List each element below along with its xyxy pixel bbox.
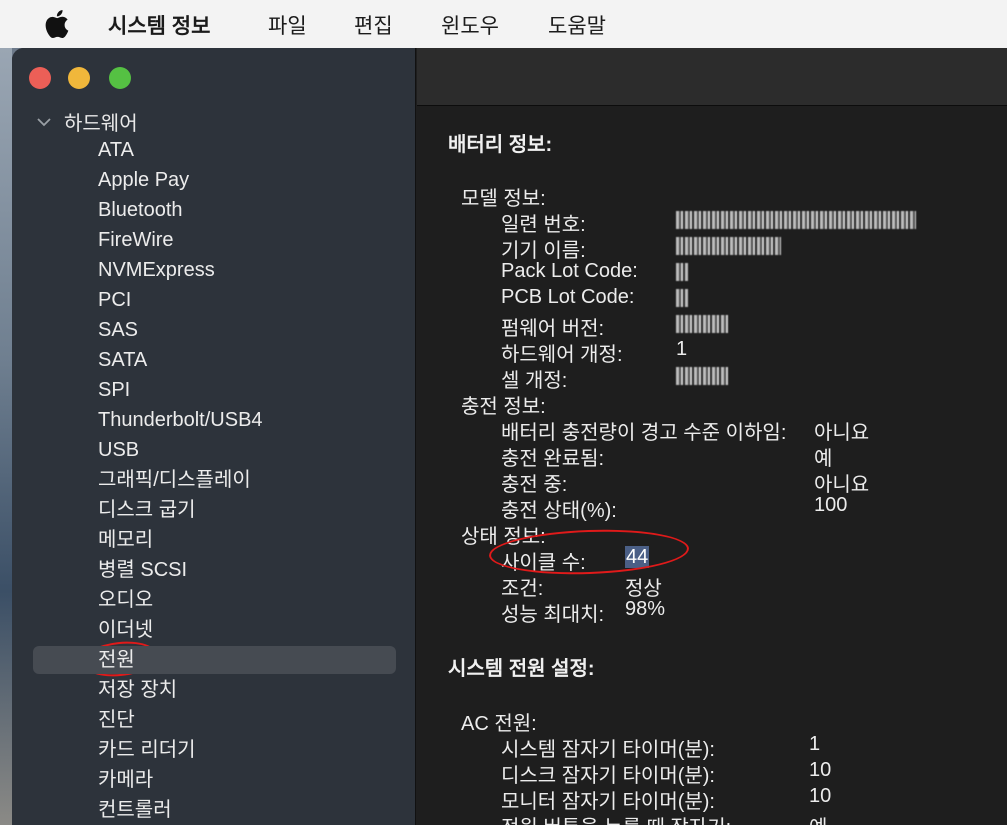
power-button-sleep-value: 예 <box>809 811 827 825</box>
model-info-label: 모델 정보: <box>461 188 546 210</box>
max-capacity-value: 98% <box>625 598 666 620</box>
pack-lot-label: Pack Lot Code: <box>501 260 638 282</box>
system-info-window: 하드웨어 ATA Apple Pay Bluetooth FireWire NV… <box>12 48 1007 825</box>
menu-window[interactable]: 윈도우 <box>441 10 499 40</box>
firmware-redacted <box>676 315 728 333</box>
sidebar-item-pci[interactable]: PCI <box>98 287 263 317</box>
charge-state-label: 충전 상태(%): <box>501 500 617 522</box>
charging-value: 아니요 <box>814 474 870 496</box>
chevron-down-icon[interactable] <box>36 114 52 130</box>
health-info-label: 상태 정보: <box>461 526 546 548</box>
sidebar-item-power[interactable]: 전원 <box>33 646 396 677</box>
detail-pane: 배터리 정보: 모델 정보: 일련 번호: 기기 이름: Pack Lot Co… <box>417 48 1007 825</box>
power-settings-heading: 시스템 전원 설정: <box>448 658 595 680</box>
sidebar-item-memory[interactable]: 메모리 <box>98 527 263 557</box>
device-name-redacted <box>676 237 781 255</box>
pcb-lot-label: PCB Lot Code: <box>501 286 635 308</box>
sidebar-item-usb[interactable]: USB <box>98 437 263 467</box>
firmware-label: 펌웨어 버전: <box>501 318 605 340</box>
condition-value: 정상 <box>625 578 662 600</box>
sidebar-item-audio[interactable]: 오디오 <box>98 587 263 617</box>
menu-file[interactable]: 파일 <box>268 10 307 40</box>
sidebar-list: ATA Apple Pay Bluetooth FireWire NVMExpr… <box>33 137 396 825</box>
device-name-label: 기기 이름: <box>501 240 586 262</box>
low-warning-label: 배터리 충전량이 경고 수준 이하임: <box>501 422 787 444</box>
detail-toolbar <box>417 48 1007 106</box>
cell-rev-label: 셀 개정: <box>501 370 568 392</box>
cycle-count-selection[interactable]: 44 <box>625 546 650 568</box>
battery-info-heading: 배터리 정보: <box>448 134 553 156</box>
charge-state-value: 100 <box>814 494 848 516</box>
apple-logo-icon[interactable] <box>40 8 70 40</box>
sidebar-item-thunderbolt[interactable]: Thunderbolt/USB4 <box>98 407 263 437</box>
sidebar-item-ata[interactable]: ATA <box>98 137 263 167</box>
sidebar-item-ethernet[interactable]: 이더넷 <box>98 617 263 647</box>
condition-label: 조건: <box>501 578 544 600</box>
display-sleep-label: 모니터 잠자기 타이머(분): <box>501 791 715 813</box>
charge-info-label: 충전 정보: <box>461 396 546 418</box>
cycle-count-value[interactable]: 44 <box>625 546 650 569</box>
serial-number-redacted <box>676 211 916 229</box>
sidebar-item-parallel-scsi[interactable]: 병렬 SCSI <box>98 557 263 587</box>
sidebar-group-hardware[interactable]: 하드웨어 <box>36 107 138 136</box>
power-button-sleep-label: 전원 버튼을 누를 때 잠자기: <box>501 811 731 825</box>
sidebar-item-graphics[interactable]: 그래픽/디스플레이 <box>98 467 263 497</box>
menu-bar: 시스템 정보 파일 편집 윈도우 도움말 <box>0 0 1007 48</box>
device-name-row: 기기 이름: <box>501 234 586 263</box>
sidebar-item-spi[interactable]: SPI <box>98 377 263 407</box>
ac-power-label: AC 전원: <box>461 713 537 735</box>
desktop-background <box>0 48 12 825</box>
menu-edit[interactable]: 편집 <box>354 10 393 40</box>
serial-number-label: 일련 번호: <box>501 214 586 236</box>
cell-rev-redacted <box>676 367 728 385</box>
sidebar-item-sata[interactable]: SATA <box>98 347 263 377</box>
sidebar-item-controller[interactable]: 컨트롤러 <box>98 797 263 825</box>
sidebar-group-label: 하드웨어 <box>64 113 138 135</box>
fully-charged-label: 충전 완료됨: <box>501 448 605 470</box>
system-sleep-label: 시스템 잠자기 타이머(분): <box>501 739 715 761</box>
fully-charged-value: 예 <box>814 448 833 470</box>
sidebar-item-storage[interactable]: 저장 장치 <box>98 677 263 707</box>
pcb-lot-redacted <box>676 289 688 307</box>
disk-sleep-label: 디스크 잠자기 타이머(분): <box>501 765 715 787</box>
menu-app-title[interactable]: 시스템 정보 <box>108 10 210 40</box>
disk-sleep-value: 10 <box>809 759 832 781</box>
sidebar-item-disc-burning[interactable]: 디스크 굽기 <box>98 497 263 527</box>
serial-number-row: 일련 번호: <box>501 208 586 237</box>
sidebar-item-camera[interactable]: 카메라 <box>98 767 263 797</box>
sidebar-item-nvmexpress[interactable]: NVMExpress <box>98 257 263 287</box>
hardware-rev-value: 1 <box>676 338 688 360</box>
sidebar: 하드웨어 ATA Apple Pay Bluetooth FireWire NV… <box>12 48 416 825</box>
hardware-rev-label: 하드웨어 개정: <box>501 344 623 366</box>
pack-lot-redacted <box>676 263 688 281</box>
sidebar-item-apple-pay[interactable]: Apple Pay <box>98 167 263 197</box>
close-window-button[interactable] <box>29 67 51 89</box>
display-sleep-value: 10 <box>809 785 832 807</box>
sidebar-item-bluetooth[interactable]: Bluetooth <box>98 197 263 227</box>
menu-help[interactable]: 도움말 <box>548 10 606 40</box>
low-warning-value: 아니요 <box>814 422 870 444</box>
sidebar-item-sas[interactable]: SAS <box>98 317 263 347</box>
zoom-window-button[interactable] <box>109 67 131 89</box>
max-capacity-label: 성능 최대치: <box>501 604 605 626</box>
sidebar-item-firewire[interactable]: FireWire <box>98 227 263 257</box>
minimize-window-button[interactable] <box>68 67 90 89</box>
sidebar-item-diagnostics[interactable]: 진단 <box>98 707 263 737</box>
sidebar-item-card-reader[interactable]: 카드 리더기 <box>98 737 263 767</box>
cycle-count-label: 사이클 수: <box>501 552 586 574</box>
system-sleep-value: 1 <box>809 733 821 755</box>
charging-label: 충전 중: <box>501 474 568 496</box>
